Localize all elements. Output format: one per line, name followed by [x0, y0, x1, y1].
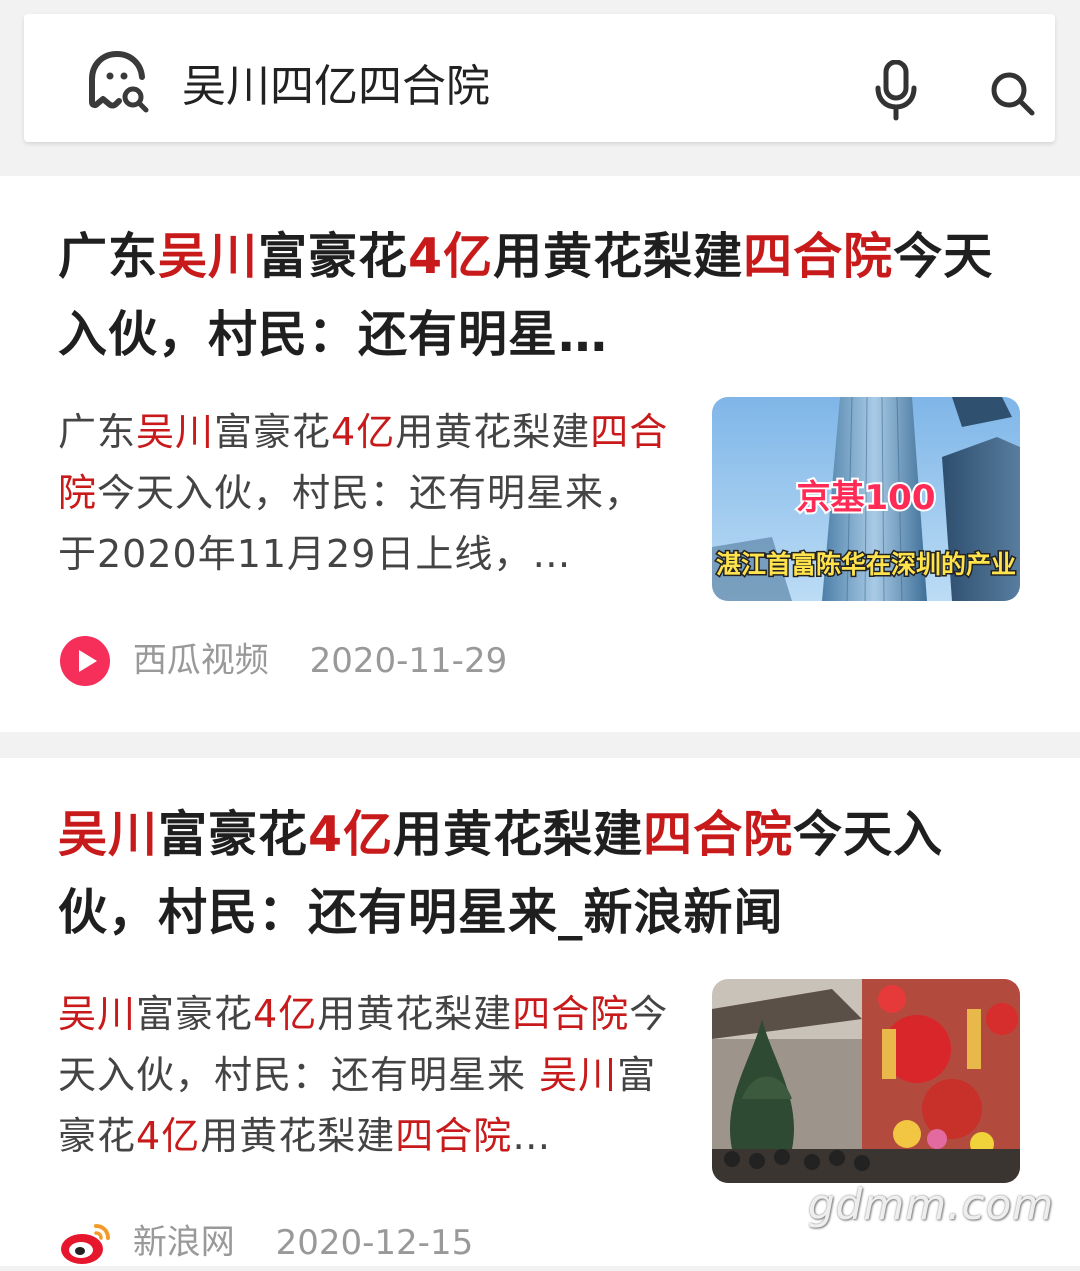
keyword-highlight: 四合院 — [512, 992, 630, 1036]
search-result-card[interactable]: 广东吴川富豪花4亿用黄花梨建四合院今天入伙，村民：还有明星… 广东吴川富豪花4亿… — [0, 176, 1080, 732]
celebration-image — [712, 979, 1020, 1183]
watermark: gdmm.com — [808, 1180, 1055, 1229]
skyscraper-image: 京基100 湛江首富陈华在深圳的产业 — [712, 397, 1020, 601]
text-segment: 富豪花 — [258, 228, 409, 285]
result-snippet: 吴川富豪花4亿用黄花梨建四合院今天入伙，村民：还有明星来 吴川富豪花4亿用黄花梨… — [58, 984, 678, 1167]
sina-weibo-icon — [61, 1223, 110, 1264]
microphone-icon[interactable] — [874, 60, 918, 122]
text-segment: 今天入伙，村民：还有明星来，于2020年11月29日上线，… — [58, 471, 644, 576]
keyword-highlight: 吴川 — [58, 992, 137, 1036]
keyword-highlight: 4亿 — [331, 410, 396, 454]
text-segment: 用黄花梨建 — [493, 228, 744, 285]
result-source: 西瓜视频 2020-11-29 — [58, 631, 507, 687]
result-source: 新浪网 2020-12-15 — [58, 1213, 473, 1269]
thumbnail-label-bottom: 湛江首富陈华在深圳的产业 — [716, 550, 1016, 579]
text-segment: 用黄花梨建 — [317, 992, 513, 1036]
search-query[interactable]: 吴川四亿四合院 — [182, 58, 490, 116]
keyword-highlight: 吴川 — [58, 806, 159, 863]
source-name[interactable]: 新浪网 — [133, 1223, 235, 1263]
ghost-search-icon[interactable] — [84, 48, 150, 114]
source-name[interactable]: 西瓜视频 — [133, 641, 269, 681]
keyword-highlight: 4亿 — [408, 228, 494, 285]
keyword-highlight: 4亿 — [136, 1114, 201, 1158]
keyword-highlight: 4亿 — [253, 992, 318, 1036]
search-icon[interactable] — [988, 69, 1036, 117]
text-segment: 用黄花梨建 — [393, 806, 644, 863]
text-segment: 用黄花梨建 — [395, 410, 591, 454]
keyword-highlight: 吴川 — [158, 228, 259, 285]
result-snippet: 广东吴川富豪花4亿用黄花梨建四合院今天入伙，村民：还有明星来，于2020年11月… — [58, 402, 678, 585]
search-area: 吴川四亿四合院 — [0, 0, 1080, 176]
text-segment: 富豪花 — [214, 410, 332, 454]
result-title[interactable]: 吴川富豪花4亿用黄花梨建四合院今天入伙，村民：还有明星来_新浪新闻 — [58, 796, 1018, 952]
text-segment: 富豪花 — [136, 992, 254, 1036]
thumbnail-label-top: 京基100 — [797, 478, 936, 518]
text-segment: … — [512, 1114, 552, 1158]
source-date: 2020-12-15 — [275, 1222, 474, 1263]
keyword-highlight: 4亿 — [308, 806, 394, 863]
source-date: 2020-11-29 — [309, 640, 508, 681]
xigua-video-icon — [60, 635, 110, 686]
keyword-highlight: 吴川 — [136, 410, 215, 454]
text-segment: 广东 — [58, 410, 137, 454]
result-title[interactable]: 广东吴川富豪花4亿用黄花梨建四合院今天入伙，村民：还有明星… — [58, 218, 1018, 374]
keyword-highlight: 四合院 — [743, 228, 894, 285]
text-segment: 富豪花 — [158, 806, 309, 863]
keyword-highlight: 吴川 — [539, 1053, 618, 1097]
text-segment: 用黄花梨建 — [200, 1114, 396, 1158]
keyword-highlight: 四合院 — [395, 1114, 513, 1158]
text-segment: 广东 — [58, 228, 159, 285]
search-bar[interactable]: 吴川四亿四合院 — [24, 14, 1055, 142]
keyword-highlight: 四合院 — [643, 806, 794, 863]
result-thumbnail[interactable] — [712, 979, 1020, 1183]
result-thumbnail[interactable]: 京基100 湛江首富陈华在深圳的产业 — [712, 397, 1020, 601]
